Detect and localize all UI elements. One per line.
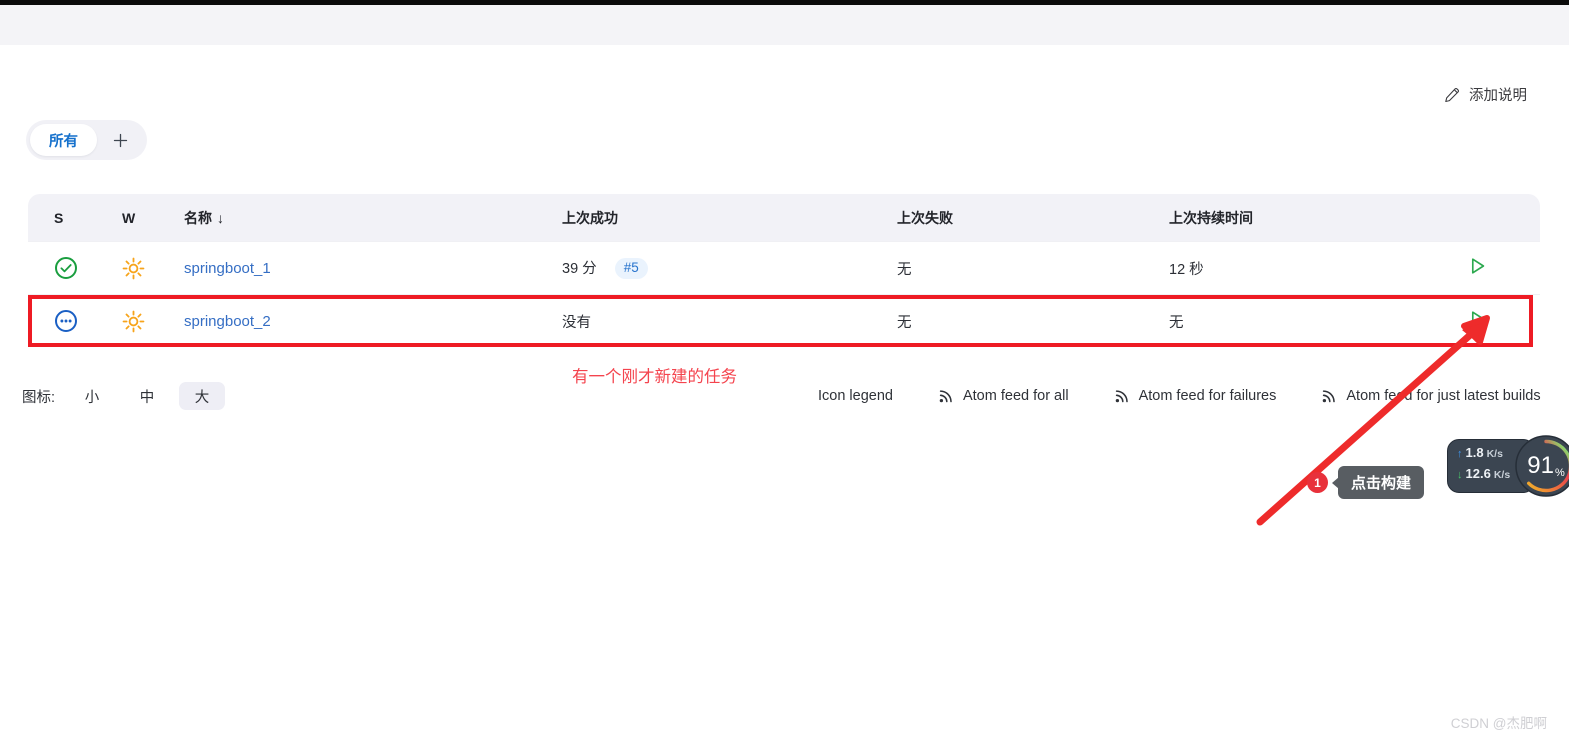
upload-speed-unit: K/s: [1486, 448, 1503, 460]
column-header-status[interactable]: S: [28, 194, 122, 242]
icon-size-label: 图标:: [22, 389, 56, 406]
annotation-note-text: 有一个刚才新建的任务: [572, 368, 737, 386]
column-header-weather-label: W: [122, 209, 136, 226]
icon-size-switcher: 图标: 小 中 大: [22, 378, 234, 414]
cell-last-success: 没有: [562, 294, 897, 347]
annotation-tooltip: 点击构建: [1331, 466, 1425, 499]
atom-feed-latest-builds-link[interactable]: Atom feed for just latest builds: [1321, 388, 1541, 404]
cell-name: springboot_2: [184, 294, 562, 347]
add-description-label: 添加说明: [1469, 88, 1527, 104]
column-header-weather[interactable]: W: [122, 194, 184, 242]
cell-weather: [122, 241, 184, 295]
tab-all[interactable]: 所有: [30, 124, 97, 156]
cell-status: [28, 294, 122, 347]
last-failure-value: 无: [897, 261, 912, 278]
add-view-button[interactable]: [97, 124, 143, 156]
cell-last-success: 39 分 #5: [562, 241, 897, 295]
rss-feed-icon: [1114, 388, 1130, 404]
jobs-table-header-row: S W 名称 ↓ 上次成功 上次失败 上次持续时间: [28, 194, 1540, 242]
column-header-last-success-label: 上次成功: [562, 209, 618, 226]
cell-name: springboot_1: [184, 241, 562, 295]
network-monitor-widget[interactable]: ↑ 1.8 K/s ↓ 12.6 K/s 91 %: [1447, 435, 1569, 497]
sort-descending-icon[interactable]: ↓: [217, 210, 224, 226]
cell-last-duration: 12 秒: [1169, 241, 1459, 295]
last-success-time: 39 分: [562, 261, 597, 278]
cell-actions: [1459, 241, 1540, 295]
atom-feed-latest-builds-label: Atom feed for just latest builds: [1346, 388, 1541, 404]
rss-feed-icon: [938, 388, 954, 404]
jobs-table: S W 名称 ↓ 上次成功 上次失败 上次持续时间 springboot_1 3…: [28, 194, 1540, 347]
icon-legend-label: Icon legend: [818, 388, 893, 404]
cell-actions: [1459, 294, 1540, 347]
last-failure-value: 无: [897, 314, 912, 331]
column-header-last-failure-label: 上次失败: [897, 209, 953, 226]
annotation-tooltip-label: 点击构建: [1351, 475, 1412, 492]
build-now-play-icon[interactable]: [1466, 255, 1488, 277]
upload-arrow-icon: ↑: [1457, 448, 1463, 460]
table-row[interactable]: springboot_1 39 分 #5 无 12 秒: [28, 241, 1540, 295]
view-tab-bar: 所有: [26, 120, 147, 160]
cell-last-duration: 无: [1169, 294, 1459, 347]
rss-feed-icon: [1321, 388, 1337, 404]
weather-sunny-icon[interactable]: [122, 310, 184, 333]
column-header-actions: [1459, 194, 1540, 242]
atom-feed-all-label: Atom feed for all: [962, 388, 1069, 404]
annotation-step-badge: 1: [1307, 472, 1328, 493]
cpu-usage-value-group: 91 %: [1515, 435, 1569, 497]
add-description-link[interactable]: 添加说明: [1444, 84, 1527, 105]
column-header-last-success[interactable]: 上次成功: [562, 194, 897, 242]
footer-links: Icon legend Atom feed for all Atom feed …: [818, 378, 1541, 414]
download-speed-unit: K/s: [1493, 469, 1511, 481]
plus-icon: [113, 133, 128, 148]
atom-feed-failures-link[interactable]: Atom feed for failures: [1114, 388, 1277, 404]
icon-legend-link[interactable]: Icon legend: [818, 388, 893, 404]
weather-sunny-icon[interactable]: [122, 257, 184, 280]
table-footer: 图标: 小 中 大 Icon legend Atom feed for all: [0, 378, 1569, 414]
column-header-last-duration-label: 上次持续时间: [1169, 209, 1253, 226]
last-duration-value: 12 秒: [1169, 261, 1204, 278]
cell-last-failure: 无: [897, 241, 1169, 295]
column-header-name-label: 名称: [184, 209, 212, 226]
jobs-table-container: S W 名称 ↓ 上次成功 上次失败 上次持续时间 springboot_1 3…: [28, 194, 1540, 347]
download-arrow-icon: ↓: [1457, 469, 1463, 481]
status-success-check-icon[interactable]: [54, 256, 122, 280]
status-pending-dots-icon[interactable]: [54, 309, 122, 333]
icon-size-small-button[interactable]: 小: [69, 382, 115, 410]
cell-last-failure: 无: [897, 294, 1169, 347]
job-link[interactable]: springboot_1: [184, 260, 271, 277]
column-header-last-failure[interactable]: 上次失败: [897, 194, 1169, 242]
column-header-name[interactable]: 名称 ↓: [184, 194, 562, 242]
cpu-usage-value: 91: [1527, 452, 1554, 479]
jobs-table-body: springboot_1 39 分 #5 无 12 秒 springboot_2…: [28, 241, 1540, 347]
column-header-last-duration[interactable]: 上次持续时间: [1169, 194, 1459, 242]
atom-feed-all-link[interactable]: Atom feed for all: [938, 388, 1069, 404]
jobs-table-head: S W 名称 ↓ 上次成功 上次失败 上次持续时间: [28, 194, 1540, 242]
cpu-usage-unit: %: [1554, 467, 1565, 479]
last-success-time: 没有: [562, 314, 591, 331]
last-duration-value: 无: [1169, 314, 1184, 331]
build-now-play-icon[interactable]: [1466, 308, 1488, 330]
icon-size-medium-button[interactable]: 中: [124, 382, 170, 410]
atom-feed-failures-label: Atom feed for failures: [1138, 388, 1277, 404]
browser-toolbar-band: [0, 5, 1569, 45]
table-row[interactable]: springboot_2 没有 无 无: [28, 294, 1540, 347]
icon-size-large-button[interactable]: 大: [179, 382, 226, 410]
download-speed-value: 12.6: [1465, 466, 1491, 481]
cell-weather: [122, 294, 184, 347]
watermark: CSDN @杰肥啊: [1450, 716, 1547, 731]
cell-status: [28, 241, 122, 295]
upload-speed-value: 1.8: [1465, 445, 1484, 460]
tab-all-label: 所有: [49, 133, 78, 150]
pencil-icon: [1444, 87, 1460, 103]
column-header-status-label: S: [54, 209, 64, 226]
last-success-build-badge[interactable]: #5: [614, 258, 648, 279]
job-link[interactable]: springboot_2: [184, 313, 271, 330]
